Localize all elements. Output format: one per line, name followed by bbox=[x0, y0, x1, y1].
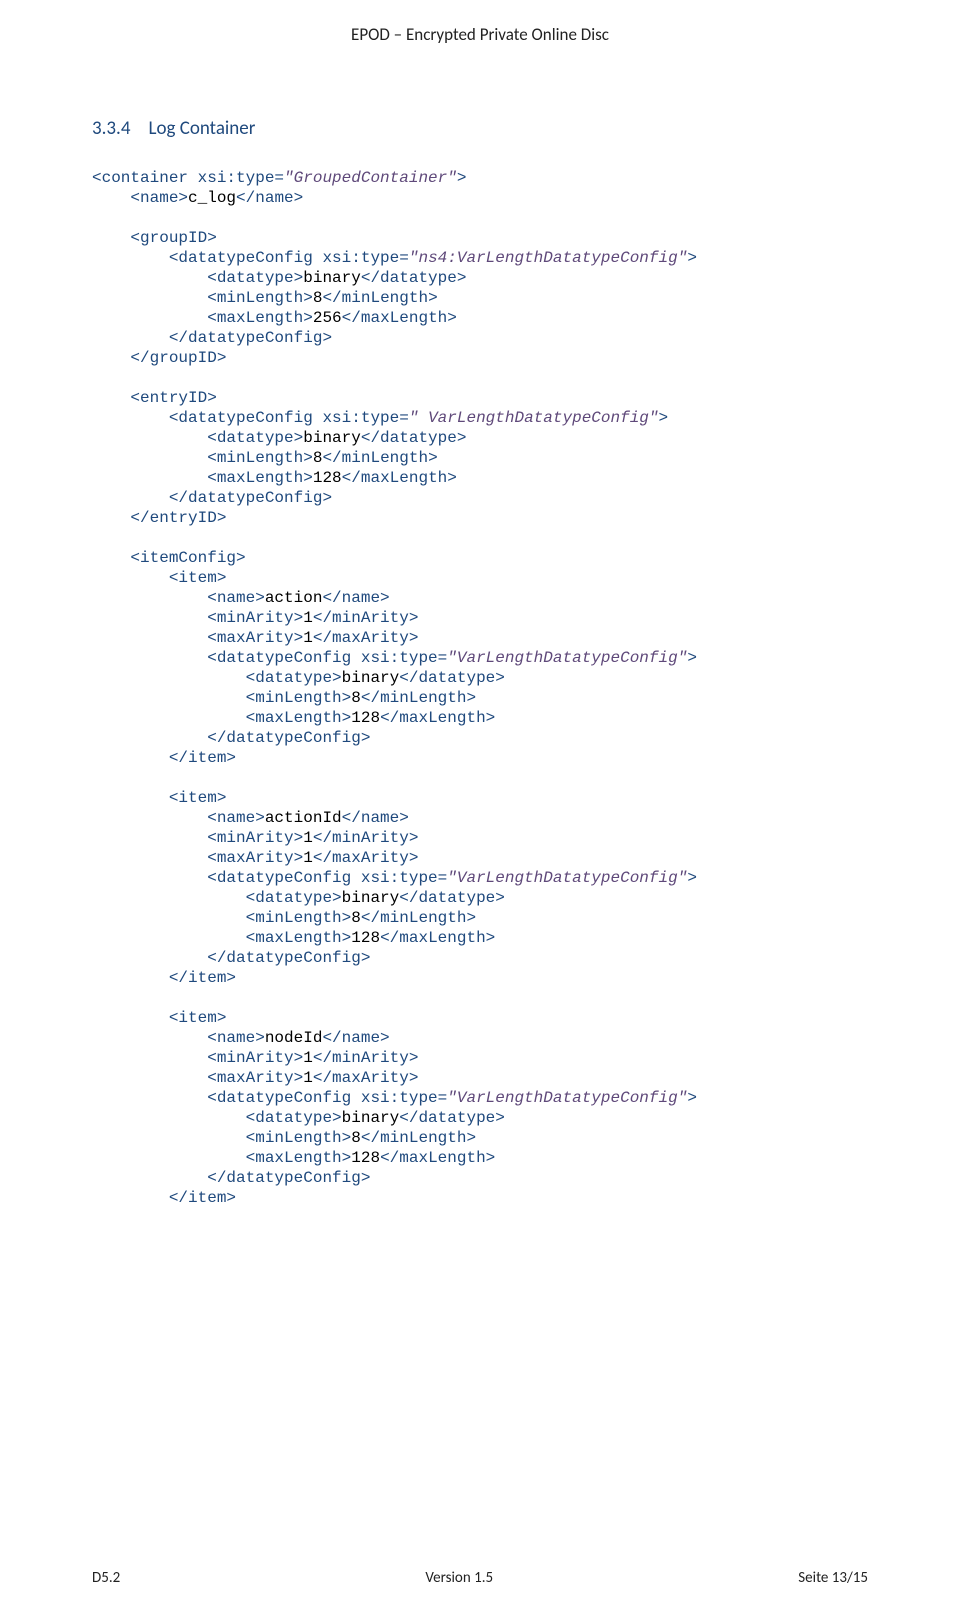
section-number: 3.3.4 bbox=[92, 117, 130, 140]
section-heading: 3.3.4 Log Container bbox=[92, 117, 868, 140]
page-footer: D5.2 Version 1.5 Seite 13/15 bbox=[92, 1569, 868, 1587]
footer-right: Seite 13/15 bbox=[798, 1569, 868, 1587]
section-title: Log Container bbox=[148, 117, 255, 140]
page: EPOD – Encrypted Private Online Disc 3.3… bbox=[0, 0, 960, 1623]
page-header: EPOD – Encrypted Private Online Disc bbox=[92, 24, 868, 45]
footer-center: Version 1.5 bbox=[425, 1569, 493, 1587]
footer-left: D5.2 bbox=[92, 1569, 120, 1587]
code-block: <container xsi:type="GroupedContainer"> … bbox=[92, 168, 868, 1208]
